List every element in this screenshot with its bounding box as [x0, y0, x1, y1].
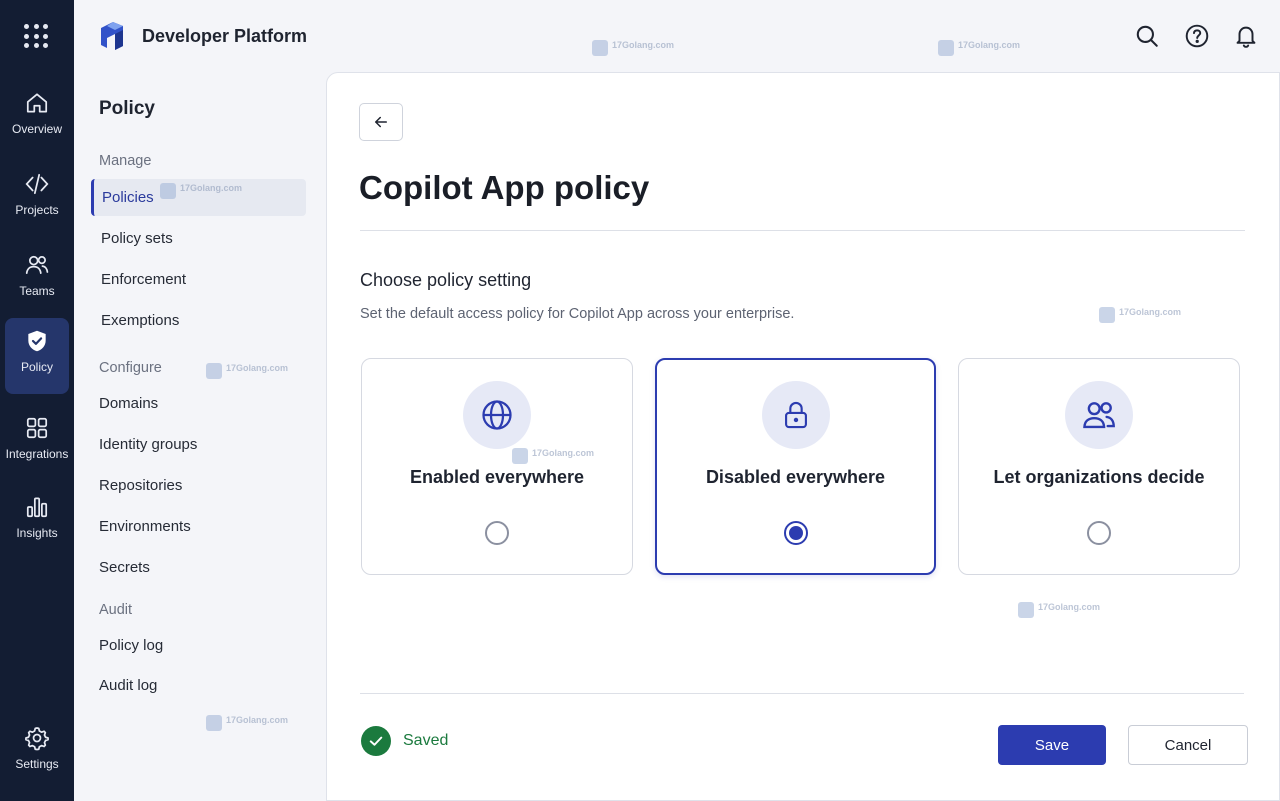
subnav-item-environments[interactable]: Environments: [89, 508, 304, 545]
option-radio-org-decide[interactable]: [1087, 521, 1111, 545]
app-launcher-icon[interactable]: [24, 24, 48, 48]
save-button[interactable]: Save: [998, 725, 1106, 765]
subnav-item-repositories[interactable]: Repositories: [89, 467, 304, 504]
back-button[interactable]: [359, 103, 403, 141]
subnav-title: Policy: [99, 98, 155, 119]
subnav-item-audit-log[interactable]: Audit log: [89, 667, 304, 704]
option-label: Disabled everywhere: [705, 467, 886, 487]
shield-check-icon: [28, 330, 46, 352]
watermark: 17Golang.com: [1018, 602, 1100, 618]
watermark: 17Golang.com: [512, 448, 594, 464]
rail-item-overview[interactable]: Overview: [5, 80, 69, 156]
section-description: Set the default access policy for Copilo…: [360, 306, 795, 322]
rail-item-integrations[interactable]: Integrations: [5, 405, 69, 481]
rail-item-label: Integrations: [5, 447, 69, 461]
rail-item-label: Insights: [16, 526, 58, 540]
rail-item-teams[interactable]: Teams: [5, 242, 69, 318]
top-bar: Developer Platform: [74, 0, 1280, 72]
rail-item-label: Settings: [15, 757, 59, 771]
lock-icon: [784, 401, 807, 429]
search-icon[interactable]: [1134, 23, 1160, 49]
section-title: Choose policy setting: [360, 270, 532, 290]
option-card-enabled-everywhere[interactable]: Enabled everywhere: [361, 358, 633, 575]
rail-item-label: Teams: [19, 284, 55, 298]
cancel-button[interactable]: Cancel: [1128, 725, 1248, 765]
section-label-configure: Configure: [99, 360, 162, 376]
users-icon: [1083, 402, 1115, 429]
subnav-item-domains[interactable]: Domains: [89, 385, 304, 422]
watermark: 17Golang.com: [206, 363, 288, 379]
subnav-item-enforcement[interactable]: Enforcement: [91, 261, 306, 298]
option-radio-enabled[interactable]: [485, 521, 509, 545]
watermark: 17Golang.com: [592, 40, 674, 56]
code-icon: [25, 173, 49, 195]
page-title: Copilot App policy: [359, 169, 650, 206]
option-label: Let organizations decide: [993, 467, 1205, 487]
bar-chart-icon: [26, 497, 48, 518]
brand-name: Developer Platform: [142, 26, 308, 46]
subnav-item-policy-sets[interactable]: Policy sets: [91, 220, 306, 257]
users-icon: [25, 255, 49, 274]
help-icon[interactable]: [1184, 23, 1210, 49]
arrow-left-icon: [375, 116, 387, 128]
policy-subnav: Policy Manage Policies Policy sets Enfor…: [74, 72, 326, 801]
rail-item-label: Projects: [15, 203, 59, 217]
gear-icon: [25, 727, 49, 751]
rail-item-label: Overview: [11, 122, 62, 136]
watermark: 17Golang.com: [1099, 307, 1181, 323]
option-radio-disabled[interactable]: [783, 521, 808, 545]
footer-divider: [360, 693, 1244, 694]
app-rail: Overview Projects Teams Policy Integrati…: [0, 0, 74, 801]
subnav-item-identity-groups[interactable]: Identity groups: [89, 426, 304, 463]
bell-icon[interactable]: [1233, 23, 1259, 49]
brand-logo-icon: [101, 22, 123, 50]
rail-item-policy[interactable]: Policy: [5, 318, 69, 394]
policy-detail-panel: Copilot App policy Choose policy setting…: [326, 72, 1280, 801]
globe-icon: [482, 400, 512, 430]
watermark: 17Golang.com: [938, 40, 1020, 56]
rail-item-projects[interactable]: Projects: [5, 161, 69, 237]
home-icon: [26, 93, 48, 113]
rail-item-insights[interactable]: Insights: [5, 484, 69, 560]
subnav-item-policy-log[interactable]: Policy log: [89, 627, 304, 664]
option-icon-badge: [761, 381, 830, 449]
section-label-manage: Manage: [99, 153, 152, 169]
subnav-item-exemptions[interactable]: Exemptions: [91, 302, 306, 339]
subnav-item-secrets[interactable]: Secrets: [89, 549, 304, 586]
watermark: 17Golang.com: [206, 715, 288, 731]
check-circle-icon: [361, 726, 391, 756]
title-divider: [360, 230, 1245, 231]
save-status: Saved: [361, 726, 448, 756]
rail-item-label: Policy: [20, 360, 53, 374]
option-label: Enabled everywhere: [409, 467, 585, 487]
section-label-audit: Audit: [99, 602, 133, 618]
watermark: 17Golang.com: [160, 183, 242, 199]
option-card-let-organizations-decide[interactable]: Let organizations decide: [958, 358, 1240, 575]
save-status-text: Saved: [403, 732, 449, 749]
grid-icon: [26, 417, 48, 439]
option-icon-badge: [1065, 381, 1133, 449]
option-card-disabled-everywhere[interactable]: Disabled everywhere: [655, 358, 936, 575]
rail-item-settings[interactable]: Settings: [5, 715, 69, 791]
option-icon-badge: [463, 381, 531, 449]
